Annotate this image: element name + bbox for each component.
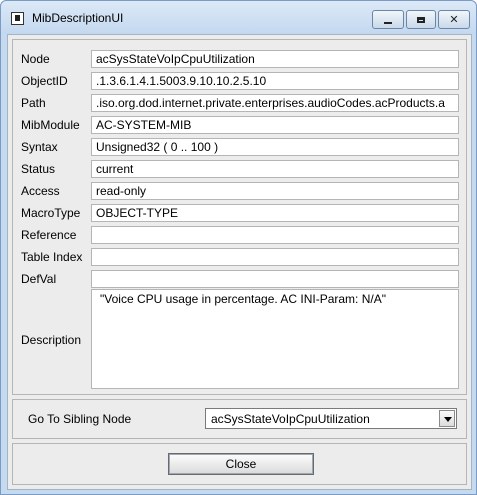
- status-field[interactable]: current: [91, 160, 459, 178]
- defval-label: DefVal: [21, 272, 57, 286]
- status-label: Status: [21, 162, 56, 176]
- description-label: Description: [21, 333, 82, 347]
- mib-description-window: MibDescriptionUI ✕ Node acSysStateVoIpCp…: [0, 0, 477, 495]
- macrotype-field[interactable]: OBJECT-TYPE: [91, 204, 459, 222]
- dialog-body: Node acSysStateVoIpCpuUtilization Object…: [7, 34, 472, 490]
- path-field[interactable]: .iso.org.dod.internet.private.enterprise…: [91, 94, 459, 112]
- maximize-icon: [417, 16, 425, 23]
- window-title: MibDescriptionUI: [32, 11, 124, 25]
- syntax-field[interactable]: Unsigned32 ( 0 .. 100 ): [91, 138, 459, 156]
- objectid-label: ObjectID: [21, 74, 68, 88]
- objectid-field[interactable]: .1.3.6.1.4.1.5003.9.10.10.2.5.10: [91, 72, 459, 90]
- properties-panel: Node acSysStateVoIpCpuUtilization Object…: [12, 39, 467, 395]
- access-field[interactable]: read-only: [91, 182, 459, 200]
- macrotype-label: MacroType: [21, 206, 81, 220]
- node-field[interactable]: acSysStateVoIpCpuUtilization: [91, 50, 459, 68]
- close-icon: ✕: [449, 13, 459, 26]
- sibling-selected-value: acSysStateVoIpCpuUtilization: [211, 412, 370, 426]
- table-index-field[interactable]: [91, 248, 459, 266]
- sibling-panel: Go To Sibling Node acSysStateVoIpCpuUtil…: [12, 399, 467, 439]
- sibling-label: Go To Sibling Node: [28, 412, 132, 426]
- sibling-node-dropdown[interactable]: acSysStateVoIpCpuUtilization: [205, 408, 457, 429]
- path-label: Path: [21, 96, 46, 110]
- node-label: Node: [21, 52, 50, 66]
- description-textarea[interactable]: "Voice CPU usage in percentage. AC INI-P…: [91, 289, 459, 389]
- button-panel: Close: [12, 443, 467, 485]
- reference-field[interactable]: [91, 226, 459, 244]
- maximize-button[interactable]: [406, 10, 436, 29]
- syntax-label: Syntax: [21, 140, 58, 154]
- minimize-icon: [384, 21, 392, 24]
- defval-field[interactable]: [91, 270, 459, 288]
- close-button[interactable]: Close: [168, 453, 314, 475]
- minimize-button[interactable]: [372, 10, 404, 29]
- close-window-button[interactable]: ✕: [438, 10, 470, 29]
- table-index-label: Table Index: [21, 250, 83, 264]
- mibmodule-label: MibModule: [21, 118, 80, 132]
- reference-label: Reference: [21, 228, 77, 242]
- mibmodule-field[interactable]: AC-SYSTEM-MIB: [91, 116, 459, 134]
- access-label: Access: [21, 184, 60, 198]
- chevron-down-icon[interactable]: [439, 410, 455, 427]
- title-bar[interactable]: MibDescriptionUI ✕: [1, 1, 476, 34]
- app-icon: [11, 12, 24, 25]
